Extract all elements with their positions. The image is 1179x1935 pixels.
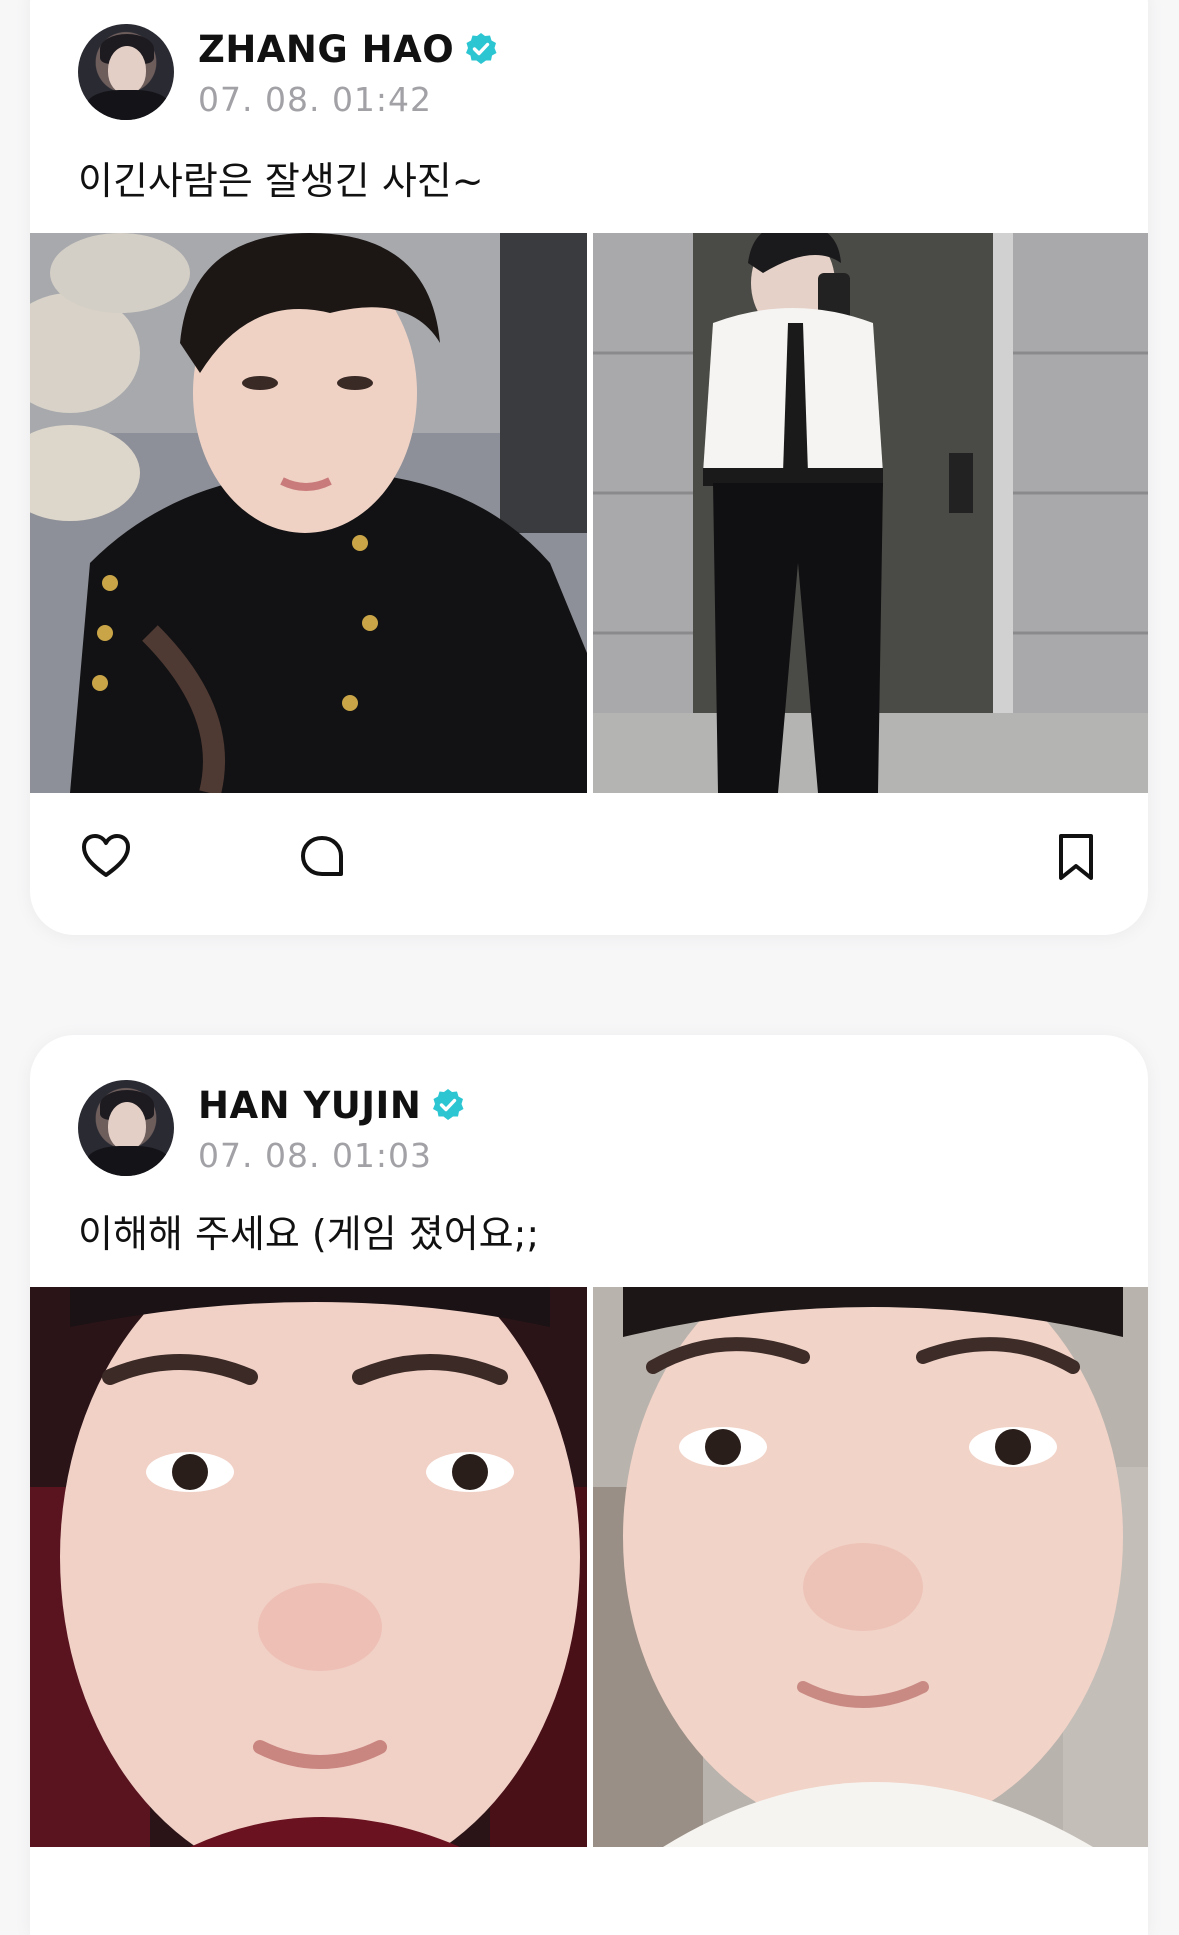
bookmark-icon xyxy=(1059,834,1093,880)
like-button[interactable] xyxy=(78,829,134,885)
photo-selfie-black-jacket[interactable] xyxy=(30,233,587,793)
avatar[interactable] xyxy=(78,24,174,120)
photo-closeup-dark[interactable] xyxy=(30,1287,587,1847)
photo-gallery xyxy=(30,233,1148,793)
comment-button[interactable] xyxy=(294,829,350,885)
bookmark-button[interactable] xyxy=(1048,829,1104,885)
author-name[interactable]: ZHANG HAO xyxy=(198,28,454,71)
avatar[interactable] xyxy=(78,1080,174,1176)
photo-closeup-room[interactable] xyxy=(593,1287,1148,1847)
post-timestamp: 07. 08. 01:03 xyxy=(198,1136,433,1175)
post-actions xyxy=(30,805,1148,905)
post-timestamp: 07. 08. 01:42 xyxy=(198,80,433,119)
post-text: 이긴사람은 잘생긴 사진~ xyxy=(78,159,484,203)
post-text: 이해해 주세요 (게임 졌어요;; xyxy=(78,1212,540,1256)
author-row: ZHANG HAO xyxy=(198,26,498,72)
post-header: HAN YUJIN 07. 08. 01:03 xyxy=(78,1080,978,1180)
author-name[interactable]: HAN YUJIN xyxy=(198,1084,421,1127)
post-header: ZHANG HAO 07. 08. 01:42 xyxy=(78,24,978,124)
post-card: HAN YUJIN 07. 08. 01:03 이해해 주세요 (게임 졌어요;… xyxy=(30,1035,1148,1935)
comment-icon xyxy=(301,836,343,876)
verified-badge-icon xyxy=(433,1089,464,1120)
photo-gallery xyxy=(30,1287,1148,1847)
post-card: ZHANG HAO 07. 08. 01:42 이긴사람은 잘생긴 사진~ xyxy=(30,0,1148,935)
verified-badge-icon xyxy=(466,33,497,64)
author-row: HAN YUJIN xyxy=(198,1082,465,1128)
photo-mirror-selfie[interactable] xyxy=(593,233,1148,793)
heart-icon xyxy=(82,834,130,877)
